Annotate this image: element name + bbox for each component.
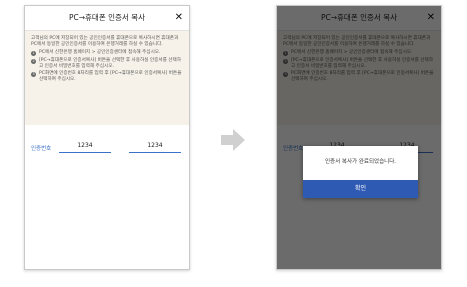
dialog-title: PC→휴대폰 인증서 복사 bbox=[68, 13, 145, 22]
step-number-icon: 1 bbox=[31, 51, 36, 57]
step-text: PC화면에 인증번호 8자리를 입력 후 [PC→휴대폰으로 인증서복사] 버튼… bbox=[39, 71, 182, 83]
cert-number-row: 인증번호 1234 1234 bbox=[25, 139, 189, 159]
modal-overlay bbox=[277, 6, 441, 269]
close-icon[interactable]: ✕ bbox=[175, 6, 183, 30]
step-text: PC에서 신한은행 홈페이지 > 공인인증센터에 접속해 주십시오. bbox=[39, 50, 161, 56]
popup-message: 인증서 복사가 완료되었습니다. bbox=[324, 159, 397, 165]
completion-popup: 인증서 복사가 완료되었습니다. 확인 bbox=[303, 146, 418, 198]
step-item: 1 PC에서 신한은행 홈페이지 > 공인인증센터에 접속해 주십시오. bbox=[31, 50, 183, 57]
cert-code-field-1[interactable]: 1234 bbox=[59, 142, 111, 153]
phone-screen-after: PC→휴대폰 인증서 복사 ✕ 고객님의 PC에 저장되어 있는 공인인증서를 … bbox=[276, 5, 442, 270]
cert-number-label: 인증번호 bbox=[31, 146, 52, 152]
step-item: 3 PC화면에 인증번호 8자리를 입력 후 [PC→휴대폰으로 인증서복사] … bbox=[31, 71, 183, 83]
cert-code-field-2[interactable]: 1234 bbox=[129, 142, 181, 153]
intro-text: 고객님의 PC에 저장되어 있는 공인인증서를 휴대폰으로 복사하시면 휴대폰과… bbox=[31, 36, 179, 48]
step-text: [PC→휴대폰으로 인증서복사] 버튼을 선택한 후 사용하실 인증서를 선택하… bbox=[39, 57, 181, 69]
title-bar: PC→휴대폰 인증서 복사 ✕ bbox=[25, 6, 189, 31]
step-number-icon: 3 bbox=[31, 72, 36, 78]
instruction-box: 고객님의 PC에 저장되어 있는 공인인증서를 휴대폰으로 복사하시면 휴대폰과… bbox=[25, 31, 189, 125]
confirm-button[interactable]: 확인 bbox=[303, 180, 418, 198]
step-number-icon: 2 bbox=[31, 58, 36, 64]
phone-screen-before: PC→휴대폰 인증서 복사 ✕ 고객님의 PC에 저장되어 있는 공인인증서를 … bbox=[24, 5, 190, 270]
arrow-right-icon bbox=[221, 129, 245, 151]
step-item: 2 [PC→휴대폰으로 인증서복사] 버튼을 선택한 후 사용하실 인증서를 선… bbox=[31, 58, 183, 70]
